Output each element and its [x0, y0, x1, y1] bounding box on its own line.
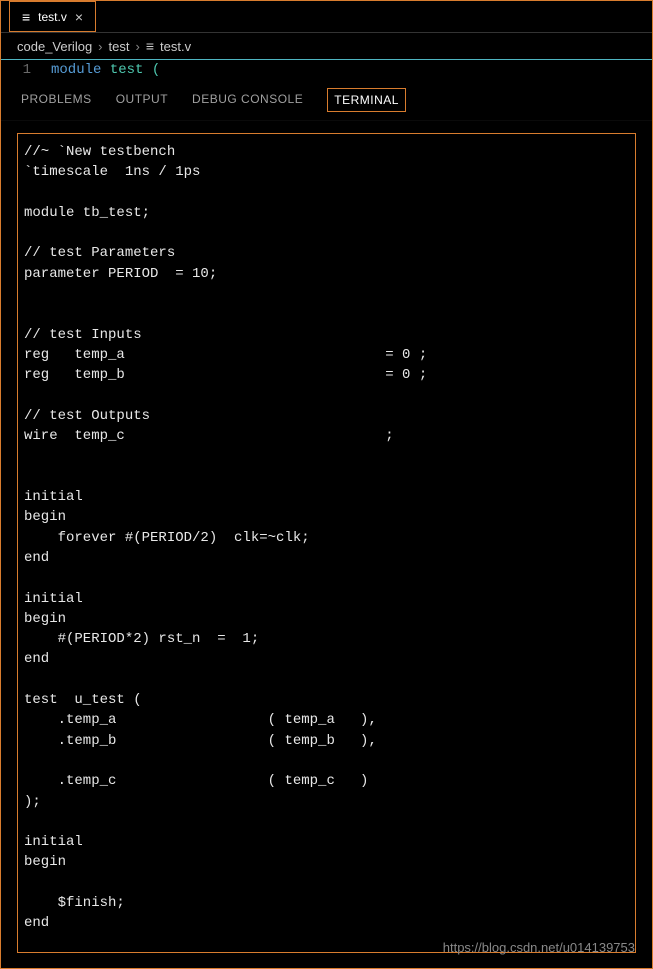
tab-problems[interactable]: PROBLEMS [21, 88, 92, 112]
breadcrumb-item[interactable]: code_Verilog [17, 39, 92, 54]
breadcrumb-item[interactable]: test.v [160, 39, 191, 54]
watermark: https://blog.csdn.net/u014139753 [443, 940, 635, 955]
file-icon: ≡ [146, 38, 154, 54]
panel-tabs: PROBLEMS OUTPUT DEBUG CONSOLE TERMINAL [1, 80, 652, 121]
tab-label: test.v [38, 10, 67, 24]
line-content: module test ( [51, 62, 160, 78]
keyword: module [51, 62, 101, 78]
breadcrumb-item[interactable]: test [109, 39, 130, 54]
editor-line[interactable]: 1 module test ( [1, 60, 652, 80]
tab-bar: ≡ test.v × [1, 1, 652, 33]
chevron-right-icon: › [98, 39, 102, 54]
tab-output[interactable]: OUTPUT [116, 88, 168, 112]
terminal-output[interactable]: //~ `New testbench `timescale 1ns / 1ps … [17, 133, 636, 953]
tab-terminal[interactable]: TERMINAL [327, 88, 406, 112]
chevron-right-icon: › [135, 39, 139, 54]
tab-debug-console[interactable]: DEBUG CONSOLE [192, 88, 303, 112]
close-icon[interactable]: × [75, 9, 83, 25]
line-number: 1 [1, 62, 51, 78]
file-icon: ≡ [22, 9, 30, 25]
identifier: test ( [101, 62, 160, 78]
file-tab[interactable]: ≡ test.v × [9, 1, 96, 32]
breadcrumb[interactable]: code_Verilog › test › ≡ test.v [1, 33, 652, 60]
